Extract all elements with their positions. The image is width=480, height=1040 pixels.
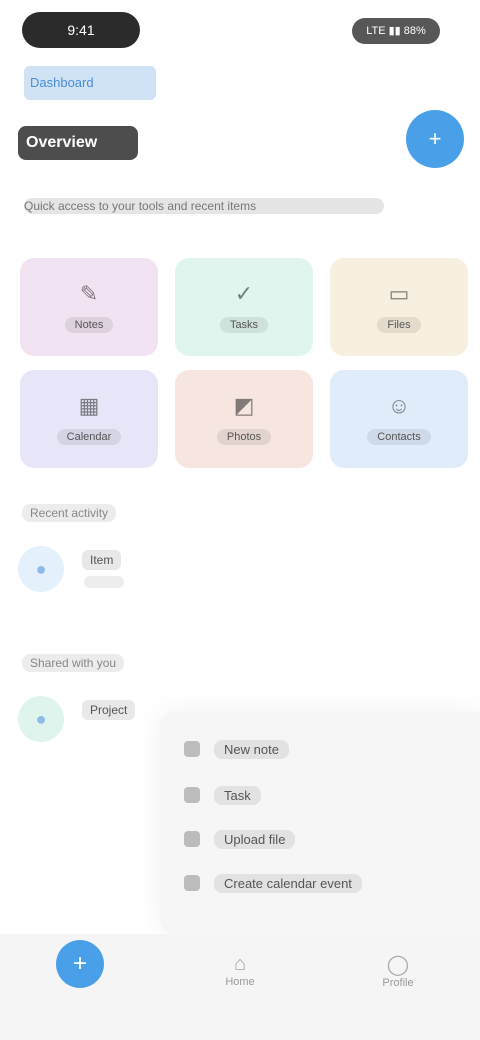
add-button[interactable]: + bbox=[406, 110, 464, 168]
section-label-shared: Shared with you bbox=[22, 654, 125, 672]
avatar[interactable]: ● bbox=[18, 546, 64, 592]
avatar[interactable]: ● bbox=[18, 696, 64, 742]
plus-icon: + bbox=[72, 950, 87, 977]
tile-tasks[interactable]: ✓ Tasks bbox=[175, 258, 313, 356]
people-icon: ☺ bbox=[387, 393, 411, 418]
app-label[interactable]: Dashboard bbox=[24, 66, 156, 100]
check-icon: ✓ bbox=[234, 281, 254, 306]
tile-label: Tasks bbox=[219, 317, 269, 333]
menu-item-task[interactable]: Task bbox=[184, 782, 261, 808]
status-time: 9:41 bbox=[67, 22, 95, 38]
tile-notes[interactable]: ✎ Notes bbox=[20, 258, 158, 356]
note-icon: ✎ bbox=[79, 281, 99, 306]
status-indicators: LTE ▮▮ 88% bbox=[366, 25, 426, 37]
user-icon: ● bbox=[35, 558, 47, 579]
tile-label: Contacts bbox=[367, 429, 431, 445]
menu-item-label: Task bbox=[214, 785, 261, 805]
nav-label: Profile bbox=[382, 976, 414, 989]
profile-icon: ◯ bbox=[386, 953, 410, 976]
section-label-recent: Recent activity bbox=[22, 504, 117, 522]
tile-label: Photos bbox=[216, 429, 272, 445]
folder-icon: ▭ bbox=[388, 281, 410, 306]
entry-name[interactable]: Project bbox=[82, 700, 136, 720]
nav-label: Home bbox=[225, 975, 255, 988]
calendar-icon bbox=[184, 875, 200, 891]
check-icon bbox=[184, 787, 200, 803]
image-icon: ◩ bbox=[233, 393, 255, 418]
nav-profile[interactable]: ◯ Profile bbox=[368, 940, 428, 1000]
plus-icon: + bbox=[428, 126, 442, 151]
menu-item-label: New note bbox=[214, 739, 289, 759]
calendar-icon: ▦ bbox=[78, 393, 100, 418]
share-icon: ● bbox=[35, 708, 47, 729]
edit-icon bbox=[184, 741, 200, 757]
upload-icon bbox=[184, 831, 200, 847]
tile-label: Notes bbox=[64, 317, 114, 333]
popup-menu: New note Task Upload file Create calenda… bbox=[160, 712, 480, 934]
fab-button[interactable]: + bbox=[56, 940, 104, 988]
home-icon: ⌂ bbox=[233, 952, 247, 975]
nav-home[interactable]: ⌂ Home bbox=[210, 940, 270, 1000]
tile-label: Files bbox=[377, 317, 421, 333]
entry-sub bbox=[84, 576, 124, 588]
tile-contacts[interactable]: ☺ Contacts bbox=[330, 370, 468, 468]
menu-item-new-note[interactable]: New note bbox=[184, 736, 289, 762]
tile-photos[interactable]: ◩ Photos bbox=[175, 370, 313, 468]
menu-item-label: Upload file bbox=[214, 829, 296, 849]
entry-name[interactable]: Item bbox=[82, 550, 122, 570]
menu-item-calendar-event[interactable]: Create calendar event bbox=[184, 870, 362, 896]
tile-calendar[interactable]: ▦ Calendar bbox=[20, 370, 158, 468]
menu-item-upload[interactable]: Upload file bbox=[184, 826, 296, 852]
page-title: Overview bbox=[26, 134, 98, 151]
menu-item-label: Create calendar event bbox=[214, 873, 362, 893]
tile-label: Calendar bbox=[56, 429, 122, 445]
subtitle: Quick access to your tools and recent it… bbox=[24, 199, 257, 213]
tile-files[interactable]: ▭ Files bbox=[330, 258, 468, 356]
